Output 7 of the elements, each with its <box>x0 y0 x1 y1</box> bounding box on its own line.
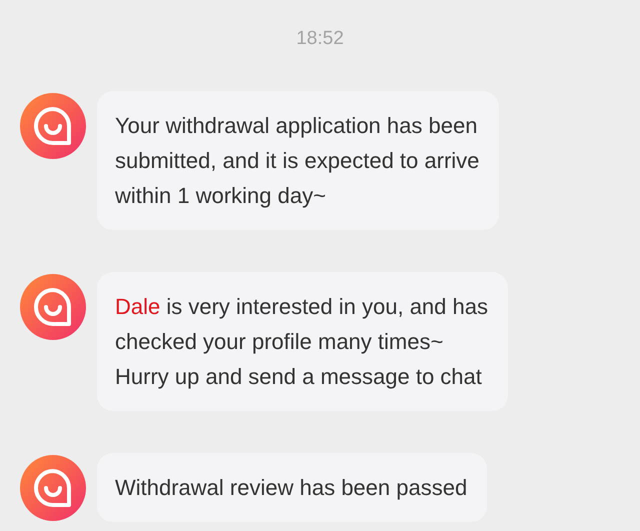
avatar-icon[interactable] <box>20 274 86 340</box>
avatar-icon[interactable] <box>20 93 86 159</box>
message-bubble: Dale is very interested in you, and has checked your profile many times~ Hurry up and send a message to chat <box>97 272 508 411</box>
message-bubble: Your withdrawal application has been submitted, and it is expected to arrive within 1 working day~ <box>97 91 500 230</box>
message-bubble: Withdrawal review has been passed <box>97 453 488 522</box>
timestamp: 18:52 <box>296 27 344 51</box>
avatar-icon[interactable] <box>20 455 86 521</box>
